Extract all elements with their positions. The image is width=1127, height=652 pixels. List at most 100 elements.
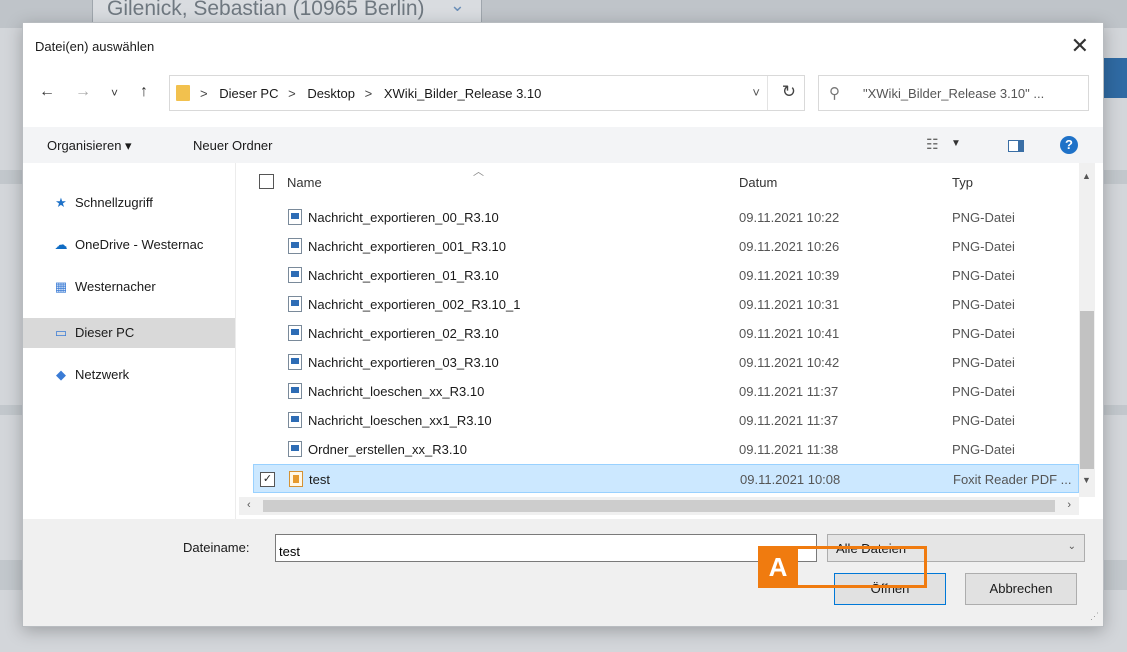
address-bar[interactable]: > Dieser PC > Desktop > XWiki_Bilder_Rel… — [169, 75, 805, 111]
file-type: PNG-Datei — [952, 326, 1015, 341]
file-name: Ordner_erstellen_xx_R3.10 — [308, 442, 467, 457]
file-row[interactable]: Nachricht_loeschen_xx1_R3.10 09.11.2021 … — [253, 406, 1079, 435]
scroll-right-icon[interactable]: › — [1067, 499, 1071, 511]
file-row[interactable]: Nachricht_exportieren_01_R3.10 09.11.202… — [253, 261, 1079, 290]
back-arrow-icon[interactable]: ← — [39, 83, 55, 101]
file-name: Nachricht_exportieren_03_R3.10 — [308, 355, 499, 370]
breadcrumb: > Dieser PC > Desktop > XWiki_Bilder_Rel… — [200, 86, 547, 101]
image-file-icon — [288, 238, 302, 254]
view-dropdown-icon[interactable]: ▼ — [951, 138, 961, 149]
file-row[interactable]: Nachricht_exportieren_03_R3.10 09.11.202… — [253, 348, 1079, 377]
file-name: Nachricht_exportieren_01_R3.10 — [308, 268, 499, 283]
file-row[interactable]: Nachricht_exportieren_002_R3.10_1 09.11.… — [253, 290, 1079, 319]
column-header-name[interactable]: Name — [287, 175, 322, 190]
file-type: PNG-Datei — [952, 297, 1015, 312]
pdf-file-icon — [289, 471, 303, 487]
computer-icon: ▭ — [54, 325, 68, 340]
sidebar-item-label: Schnellzugriff — [75, 195, 153, 210]
file-date: 09.11.2021 10:31 — [739, 297, 840, 312]
file-name: Nachricht_exportieren_002_R3.10_1 — [308, 297, 521, 312]
close-icon[interactable]: ✕ — [1071, 33, 1089, 59]
breadcrumb-separator: > — [200, 86, 208, 101]
organize-button[interactable]: Organisieren ▾ — [47, 138, 132, 154]
file-row[interactable]: Nachricht_loeschen_xx_R3.10 09.11.2021 1… — [253, 377, 1079, 406]
file-row[interactable]: Nachricht_exportieren_02_R3.10 09.11.202… — [253, 319, 1079, 348]
background-owner-select: Gilenick, Sebastian (10965 Berlin) ⌄ — [92, 0, 482, 24]
sort-ascending-icon: ︿ — [473, 166, 484, 178]
forward-arrow-icon[interactable]: → — [75, 83, 91, 101]
dialog-title: Datei(en) auswählen — [35, 39, 155, 54]
help-icon[interactable]: ? — [1060, 136, 1078, 154]
file-date: 09.11.2021 11:37 — [739, 413, 839, 428]
sidebar-item-quick-access[interactable]: ★ Schnellzugriff — [23, 188, 235, 218]
file-type: PNG-Datei — [952, 239, 1015, 254]
file-row[interactable]: Nachricht_exportieren_001_R3.10 09.11.20… — [253, 232, 1079, 261]
refresh-icon[interactable]: ↻ — [782, 82, 796, 102]
column-header-type[interactable]: Typ — [952, 175, 973, 190]
filename-input[interactable] — [275, 534, 817, 562]
preview-pane-icon[interactable] — [1008, 140, 1024, 152]
dialog-footer: Dateiname: ⌄ Alle Dateien ⌄ Öffnen Abbre… — [23, 519, 1103, 626]
sidebar-item-this-pc[interactable]: ▭ Dieser PC — [23, 318, 235, 348]
file-type: PNG-Datei — [952, 413, 1015, 428]
scroll-up-icon[interactable]: ▲ — [1082, 171, 1091, 181]
image-file-icon — [288, 354, 302, 370]
dialog-titlebar: Datei(en) auswählen ✕ — [23, 23, 1103, 69]
divider — [767, 76, 768, 110]
resize-grip-icon[interactable]: ⋰ — [1090, 611, 1099, 622]
file-date: 09.11.2021 10:26 — [739, 239, 840, 254]
background-owner-label: Gilenick, Sebastian (10965 Berlin) — [107, 0, 425, 20]
recent-locations-icon[interactable]: ˅ — [111, 86, 118, 100]
sidebar-item-onedrive[interactable]: ☁ OneDrive - Westernac — [23, 230, 235, 260]
sidebar-item-label: OneDrive - Westernac — [75, 237, 204, 252]
breadcrumb-separator: > — [364, 86, 373, 101]
navigation-pane: ★ Schnellzugriff ☁ OneDrive - Westernac ▦ W… — [23, 163, 236, 519]
file-name: Nachricht_exportieren_02_R3.10 — [308, 326, 499, 341]
file-name: Nachricht_loeschen_xx_R3.10 — [308, 384, 485, 399]
file-date: 09.11.2021 10:42 — [739, 355, 840, 370]
breadcrumb-item[interactable]: Desktop — [307, 86, 355, 101]
file-type: PNG-Datei — [952, 210, 1015, 225]
chevron-down-icon: ⌄ — [1067, 541, 1076, 552]
horizontal-scrollbar[interactable]: ‹ › — [239, 497, 1079, 515]
search-input[interactable]: ⚲ "XWiki_Bilder_Release 3.10" ... — [818, 75, 1089, 111]
chevron-down-icon[interactable]: ˅ — [752, 85, 760, 100]
file-date: 09.11.2021 10:08 — [740, 472, 841, 487]
file-name: Nachricht_exportieren_00_R3.10 — [308, 210, 499, 225]
file-date: 09.11.2021 10:41 — [739, 326, 840, 341]
sidebar-item-network[interactable]: ◆ Netzwerk — [23, 360, 235, 390]
image-file-icon — [288, 441, 302, 457]
scroll-left-icon[interactable]: ‹ — [247, 499, 251, 511]
file-row[interactable]: Ordner_erstellen_xx_R3.10 09.11.2021 11:… — [253, 435, 1079, 464]
navigation-bar: ← → ˅ ↑ > Dieser PC > Desktop > XWiki_Bi… — [23, 73, 1103, 117]
scrollbar-thumb[interactable] — [1080, 311, 1094, 469]
sidebar-item-westernacher[interactable]: ▦ Westernacher — [23, 272, 235, 302]
breadcrumb-item[interactable]: Dieser PC — [219, 86, 278, 101]
breadcrumb-item[interactable]: XWiki_Bilder_Release 3.10 — [384, 86, 542, 101]
file-row[interactable]: Nachricht_exportieren_00_R3.10 09.11.202… — [253, 203, 1079, 232]
image-file-icon — [288, 383, 302, 399]
cancel-button[interactable]: Abbrechen — [965, 573, 1077, 605]
up-arrow-icon[interactable]: ↑ — [140, 83, 148, 101]
file-row-selected[interactable]: ✓ test 09.11.2021 10:08 Foxit Reader PDF… — [253, 464, 1079, 493]
file-type: PNG-Datei — [952, 442, 1015, 457]
select-all-checkbox[interactable] — [259, 174, 274, 189]
sidebar-item-label: Dieser PC — [75, 325, 135, 340]
building-icon: ▦ — [54, 279, 68, 294]
row-checkbox[interactable]: ✓ — [260, 472, 275, 487]
file-type: PNG-Datei — [952, 268, 1015, 283]
file-name: Nachricht_loeschen_xx1_R3.10 — [308, 413, 492, 428]
image-file-icon — [288, 296, 302, 312]
scrollbar-thumb[interactable] — [263, 500, 1055, 512]
vertical-scrollbar[interactable]: ▲ ▼ — [1079, 163, 1095, 497]
command-toolbar: Organisieren ▾ Neuer Ordner ☷ ▼ ? — [23, 127, 1103, 163]
file-name: test — [309, 472, 330, 487]
file-date: 09.11.2021 11:37 — [739, 384, 839, 399]
file-open-dialog: Datei(en) auswählen ✕ ← → ˅ ↑ > Dieser P… — [22, 22, 1104, 627]
scroll-down-icon[interactable]: ▼ — [1082, 475, 1091, 485]
annotation-label: A — [758, 546, 798, 588]
file-type: PNG-Datei — [952, 355, 1015, 370]
column-header-date[interactable]: Datum — [739, 175, 777, 190]
view-options-icon[interactable]: ☷ — [926, 136, 939, 153]
new-folder-button[interactable]: Neuer Ordner — [193, 138, 272, 153]
